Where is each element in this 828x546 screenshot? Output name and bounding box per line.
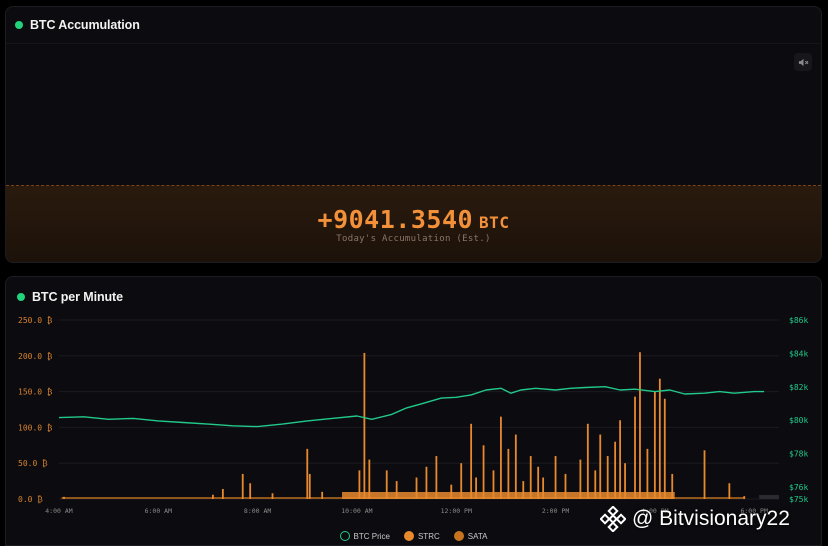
volume-bar — [271, 493, 274, 499]
volume-bar — [728, 483, 731, 499]
volume-bar — [703, 450, 706, 499]
volume-bar — [624, 463, 626, 499]
volume-bar — [63, 496, 65, 499]
x-axis-tick: 8:00 AM — [244, 507, 271, 515]
volume-bar — [363, 352, 366, 499]
right-axis-tick: $80k — [789, 416, 808, 425]
volume-bar — [614, 441, 617, 499]
volume-bar — [554, 456, 557, 499]
volume-bar — [529, 456, 532, 499]
right-axis-tick: $76k — [789, 483, 808, 492]
volume-bar — [249, 483, 252, 499]
volume-bar — [658, 378, 661, 499]
volume-bar — [241, 473, 244, 499]
x-axis-tick: 2:00 PM — [542, 507, 569, 515]
x-axis-tick: 4:00 AM — [45, 507, 72, 515]
volume-bar — [579, 459, 582, 499]
accumulation-caption: Today's Accumulation (Est.) — [336, 234, 491, 244]
right-axis-tick: $84k — [789, 349, 808, 358]
volume-bar — [212, 494, 214, 499]
volume-bar — [306, 448, 309, 499]
volume-bar — [522, 481, 525, 499]
volume-bar — [606, 456, 609, 499]
left-axis-tick: 0.0 ₿ — [18, 494, 43, 504]
volume-bar — [492, 470, 495, 499]
volume-bar — [594, 470, 597, 499]
binance-logo-icon — [600, 506, 626, 532]
volume-bar — [537, 466, 540, 499]
x-axis-tick: 12:00 PM — [441, 507, 472, 515]
volume-bar — [385, 470, 388, 499]
volume-bar — [321, 491, 324, 499]
left-axis-tick: 100.0 ₿ — [18, 422, 53, 432]
x-axis-tick: 6:00 AM — [145, 507, 172, 515]
volume-bar — [564, 473, 567, 499]
accumulation-amount: +9041.3540 — [317, 205, 474, 234]
accumulation-header: BTC Accumulation — [15, 18, 140, 32]
volume-bar — [586, 423, 589, 499]
legend-item-btc-price[interactable]: BTC Price — [339, 531, 390, 541]
speaker-mute-icon — [798, 58, 808, 66]
legend-item-strc[interactable]: STRC — [403, 531, 440, 541]
volume-bar — [500, 416, 502, 499]
volume-bar — [358, 470, 361, 499]
volume-bar — [460, 463, 463, 499]
volume-bar — [470, 423, 473, 499]
btc-price-line — [58, 385, 765, 428]
volume-bar — [639, 352, 641, 499]
legend-label: BTC Price — [353, 531, 390, 541]
left-axis-tick: 250.0 ₿ — [18, 315, 53, 325]
volume-bar — [599, 434, 602, 499]
volume-bar — [663, 398, 666, 499]
legend-swatch-sata — [453, 531, 464, 541]
volume-bar — [425, 466, 428, 499]
volume-bar — [646, 448, 649, 499]
legend-item-sata[interactable]: SATA — [453, 531, 488, 541]
volume-bar — [308, 473, 311, 499]
volume-bar — [221, 488, 224, 499]
live-status-dot — [15, 21, 23, 29]
watermark: @ Bitvisionary22 — [600, 506, 790, 532]
volume-bar — [653, 391, 656, 499]
right-axis-tick: $75k — [789, 495, 808, 504]
volume-bar — [743, 496, 746, 499]
volume-bar — [482, 445, 485, 499]
legend-label: SATA — [467, 531, 488, 541]
right-axis-tick: $82k — [789, 383, 808, 392]
left-axis-tick: 50.0 ₿ — [18, 458, 48, 468]
volume-bar — [619, 420, 622, 499]
left-axis-tick: 200.0 ₿ — [18, 351, 53, 361]
pending-volume-band — [759, 495, 779, 499]
header-divider — [6, 43, 821, 44]
right-axis-tick: $86k — [789, 316, 808, 325]
legend-swatch-strc — [403, 531, 414, 541]
btc-per-minute-chart[interactable]: 250.0 ₿ 200.0 ₿ 150.0 ₿ 100.0 ₿ 50.0 ₿ 0.0 ₿ $… — [6, 277, 822, 527]
legend-swatch-btc-price — [339, 531, 350, 541]
volume-bar — [542, 477, 545, 499]
left-axis-tick: 150.0 ₿ — [18, 387, 53, 397]
right-axis-tick: $78k — [789, 450, 808, 459]
accumulation-value: +9041.3540 BTC — [6, 205, 821, 234]
chart-legend: BTC Price STRC SATA — [6, 531, 821, 541]
volume-bar — [415, 477, 418, 499]
volume-bar — [671, 473, 674, 499]
accumulation-title: BTC Accumulation — [30, 18, 140, 32]
volume-bar — [507, 448, 510, 499]
volume-bar — [514, 434, 517, 499]
volume-bar — [368, 459, 371, 499]
mute-button[interactable] — [794, 53, 812, 71]
volume-bar — [435, 456, 438, 499]
accumulation-panel: BTC Accumulation +9041.3540 BTC Today's A… — [5, 6, 822, 263]
volume-bar — [475, 477, 478, 499]
x-axis-tick: 10:00 AM — [341, 507, 372, 515]
watermark-text: @ Bitvisionary22 — [632, 507, 790, 530]
volume-bar — [634, 396, 636, 499]
volume-bar — [395, 481, 398, 499]
legend-label: STRC — [417, 531, 440, 541]
volume-bar — [450, 484, 453, 499]
accumulation-unit: BTC — [479, 213, 510, 232]
